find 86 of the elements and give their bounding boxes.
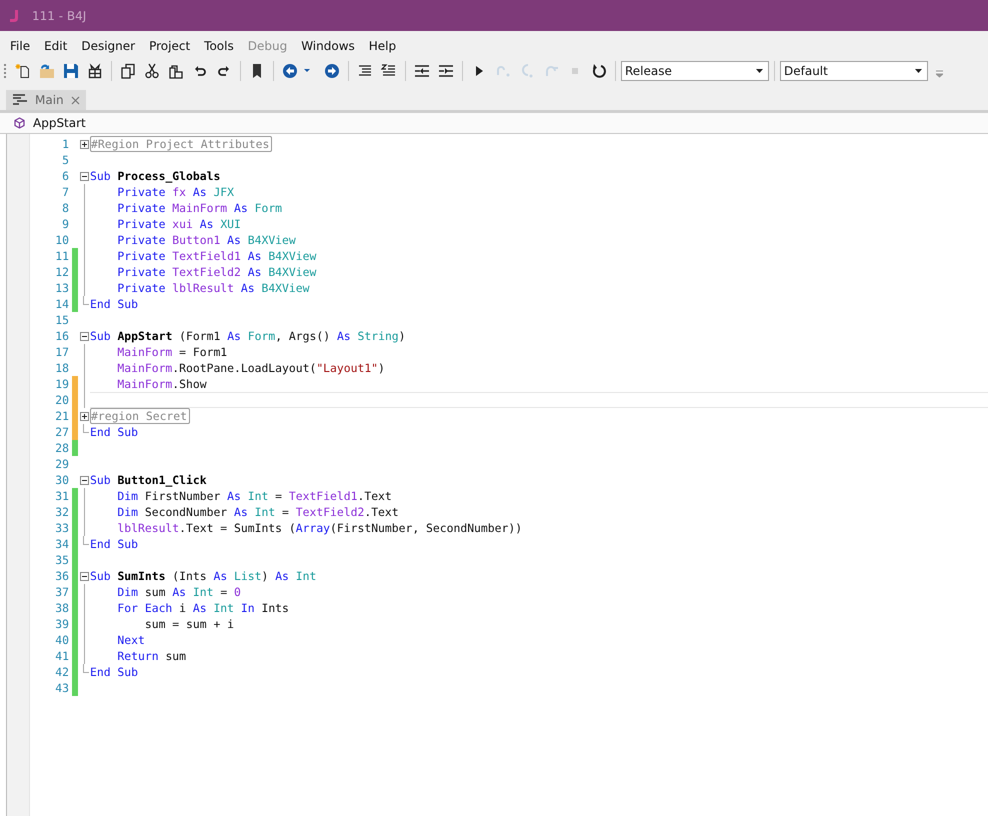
toolbar-grip-icon: [4, 63, 7, 79]
line-number: 36: [54, 569, 69, 583]
menu-item[interactable]: File: [3, 39, 38, 53]
line-number: 41: [54, 649, 69, 663]
editor-tab[interactable]: Main: [6, 90, 86, 110]
line-number: 20: [54, 393, 69, 407]
line-number: 16: [54, 329, 69, 343]
line-number: 8: [61, 201, 69, 215]
fold-toggle-icon[interactable]: [80, 332, 88, 340]
line-number: 17: [54, 345, 69, 359]
line-number: 33: [54, 521, 69, 535]
code-line: Private fx As JFX: [116, 185, 234, 199]
line-number: 21: [54, 409, 69, 423]
code-line: Dim FirstNumber As Int = TextField1.Text: [116, 489, 392, 503]
code-line: Private MainForm As Form: [116, 201, 282, 215]
code-line: Private lblResult As B4XView: [116, 281, 310, 295]
close-icon[interactable]: [70, 96, 80, 104]
code-line: Sub AppStart (Form1 As Form, Args() As String): [90, 329, 406, 343]
menu-item[interactable]: Edit: [37, 39, 74, 53]
code-line: MainForm = Form1: [116, 345, 228, 359]
fold-toggle-icon[interactable]: [80, 172, 88, 180]
dropdown-caret-icon: [756, 69, 763, 73]
window-title: 111 - B4J: [32, 8, 86, 22]
line-number: 1: [61, 137, 69, 151]
line-number: 11: [54, 249, 69, 263]
line-number: 19: [54, 377, 69, 391]
line-number: 13: [54, 281, 69, 295]
dropdown-caret-icon: [915, 69, 922, 73]
code-line: sum = sum + i: [144, 617, 234, 631]
line-number: 9: [61, 217, 69, 231]
dropdown-select[interactable]: Default: [780, 61, 928, 81]
line-number: 35: [54, 553, 69, 567]
line-number: 34: [54, 537, 69, 551]
line-number: 37: [54, 585, 69, 599]
code-line: MainForm.RootPane.LoadLayout("Layout1"): [116, 361, 385, 375]
code-line: End Sub: [90, 537, 138, 551]
line-number: 5: [61, 153, 69, 167]
code-line: MainForm.Show: [116, 377, 207, 391]
fold-toggle-icon[interactable]: [80, 476, 88, 484]
line-number: 7: [61, 185, 69, 199]
fold-toggle-icon[interactable]: [80, 412, 88, 420]
code-line: Sub SumInts (Ints As List) As Int: [90, 569, 316, 583]
code-line: Private TextField2 As B4XView: [116, 265, 316, 279]
dropdown-select[interactable]: Release: [621, 61, 769, 81]
code-line: Sub Process_Globals: [90, 169, 220, 183]
sub-name[interactable]: AppStart: [33, 116, 86, 130]
code-line: Private TextField1 As B4XView: [116, 249, 316, 263]
line-number: 14: [54, 297, 69, 311]
code-line: End Sub: [90, 425, 138, 439]
code-line: Private Button1 As B4XView: [116, 233, 296, 247]
code-line: End Sub: [90, 297, 138, 311]
menu-item[interactable]: Project: [142, 39, 198, 53]
module-icon: [12, 94, 28, 106]
line-number: 30: [54, 473, 69, 487]
line-number: 18: [54, 361, 69, 375]
line-number: 27: [54, 425, 69, 439]
line-number: 29: [54, 457, 69, 471]
fold-toggle-icon[interactable]: [80, 572, 88, 580]
line-number: 28: [54, 441, 69, 455]
code-line: Return sum: [116, 649, 186, 663]
cube-icon: [14, 117, 25, 129]
code-line: Next: [116, 633, 145, 647]
line-number: 38: [54, 601, 69, 615]
code-line: lblResult.Text = SumInts (Array(FirstNumber, SecondNumber)): [116, 521, 522, 535]
line-number: 32: [54, 505, 69, 519]
code-line: End Sub: [90, 665, 138, 679]
code-line: Private xui As XUI: [116, 217, 241, 231]
line-number: 10: [54, 233, 69, 247]
line-number: 6: [61, 169, 69, 183]
line-number: 42: [54, 665, 69, 679]
line-number: 15: [54, 313, 69, 327]
code-line: For Each i As Int In Ints: [116, 601, 289, 615]
line-number: 31: [54, 489, 69, 503]
line-number: 39: [54, 617, 69, 631]
menu-item[interactable]: Designer: [74, 39, 142, 53]
app-logo-icon: [8, 8, 20, 22]
code-line: Sub Button1_Click: [90, 473, 207, 487]
line-number: 43: [54, 681, 69, 695]
line-number: 12: [54, 265, 69, 279]
code-line: Dim SecondNumber As Int = TextField2.Text: [116, 505, 399, 519]
menu-item[interactable]: Tools: [197, 39, 241, 53]
line-number: 40: [54, 633, 69, 647]
menu-item[interactable]: Windows: [294, 39, 362, 53]
menu-item[interactable]: Help: [362, 39, 404, 53]
fold-toggle-icon[interactable]: [80, 140, 88, 148]
code-line: Dim sum As Int = 0: [116, 585, 241, 599]
